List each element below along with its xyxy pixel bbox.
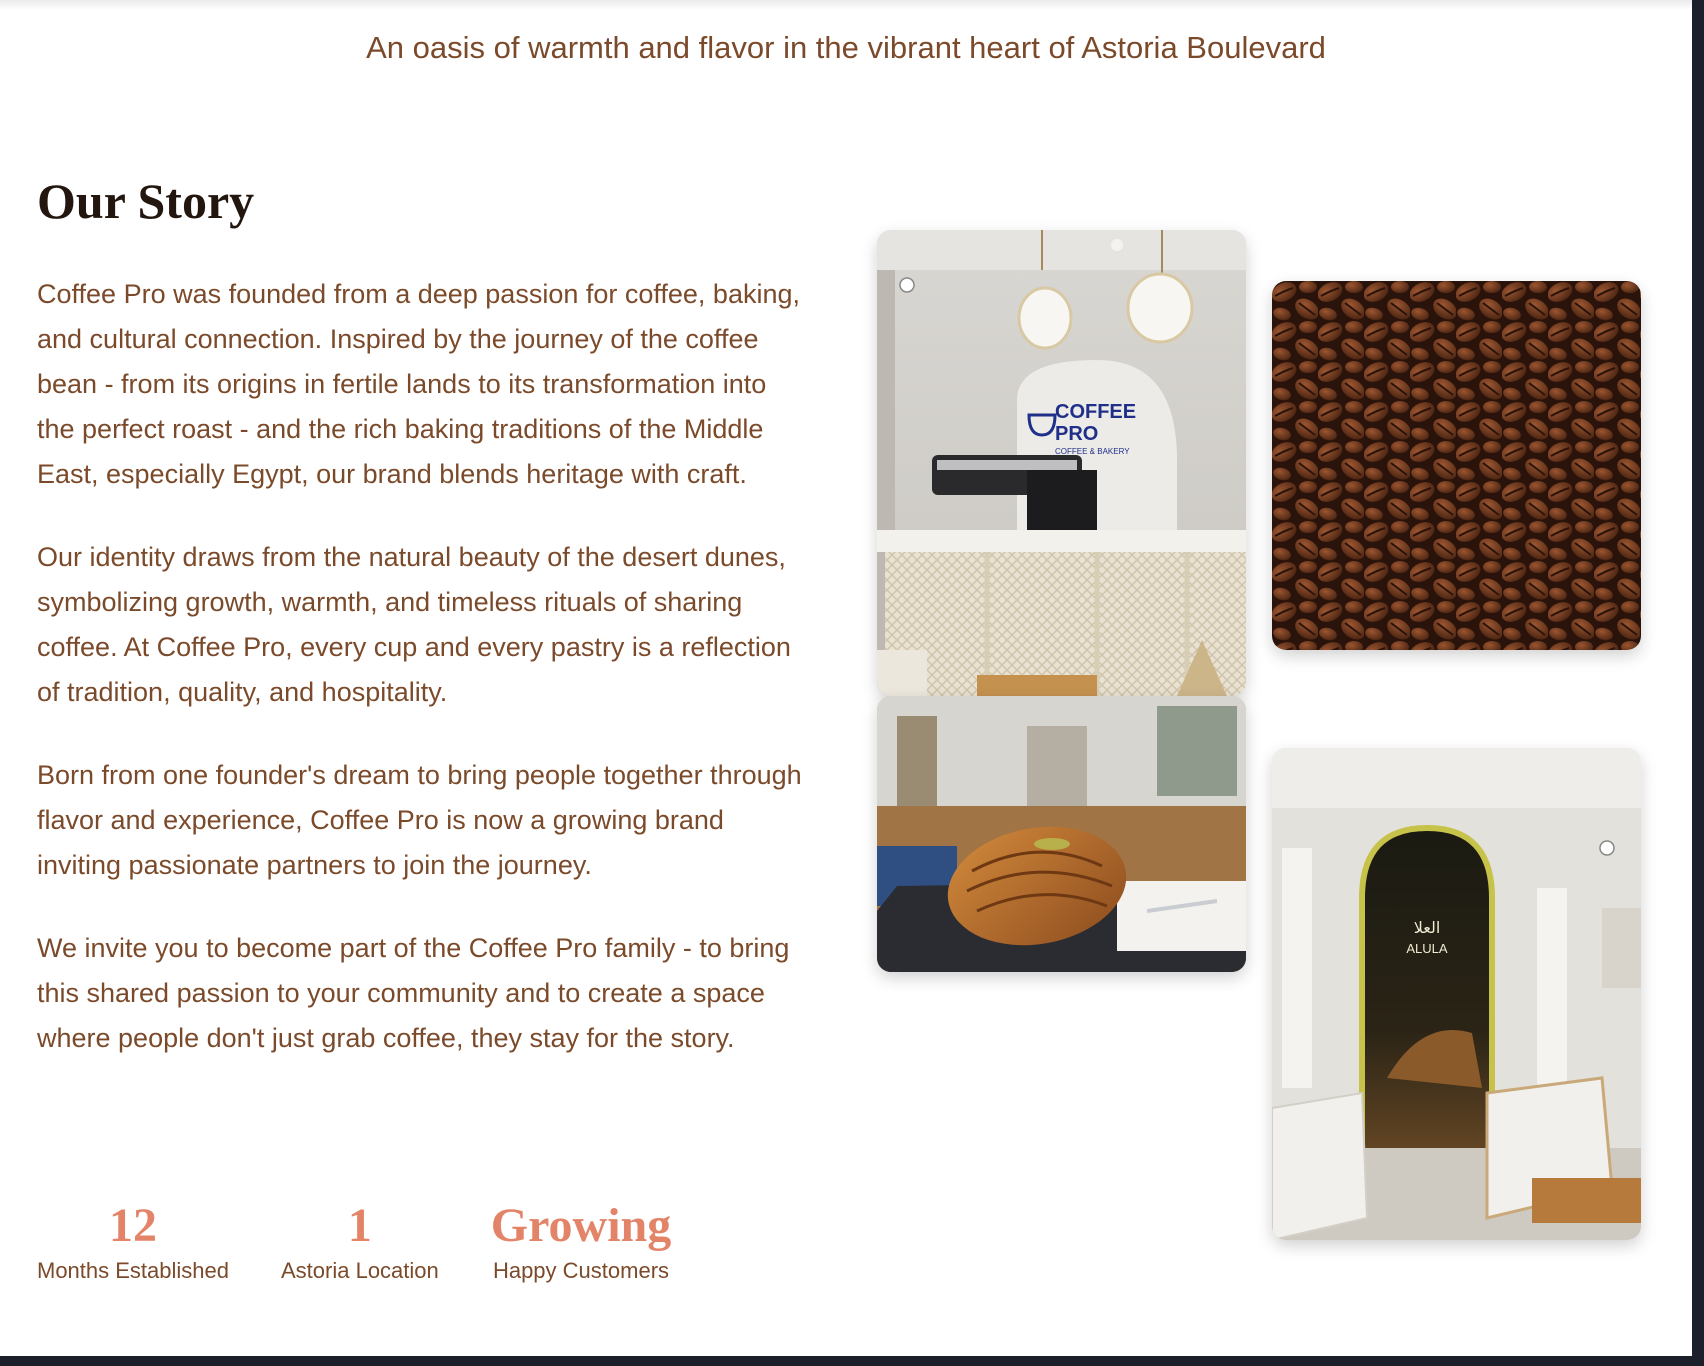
stat-months: 12 Months Established — [37, 1200, 229, 1284]
coffee-beans-photo — [1272, 281, 1641, 650]
stat-label: Months Established — [37, 1258, 229, 1283]
cafe-interior-photo: COFFEE PRO COFFEE & BAKERY — [877, 230, 1246, 696]
alula-sign-latin: ALULA — [1406, 941, 1448, 956]
stat-value: 1 — [347, 1199, 372, 1252]
stat-value: Growing — [490, 1199, 672, 1252]
story-paragraph-2: Our identity draws from the natural beau… — [37, 542, 791, 707]
story-title: Our Story — [37, 173, 255, 229]
stat-locations: 1 Astoria Location — [281, 1200, 439, 1284]
stats-row: 12 Months Established 1 Astoria Location… — [37, 1200, 671, 1284]
sign-line-1: COFFEE — [1055, 401, 1136, 423]
story-body: Coffee Pro was founded from a deep passi… — [37, 272, 807, 1099]
sign-line-3: COFFEE & BAKERY — [1055, 447, 1130, 456]
page: An oasis of warmth and flavor in the vib… — [0, 0, 1692, 1356]
story-paragraph-4: We invite you to become part of the Coff… — [37, 933, 790, 1053]
pastry-photo — [877, 696, 1246, 972]
stat-value: 12 — [109, 1199, 157, 1252]
stat-customers: Growing Happy Customers — [491, 1200, 671, 1284]
header-shadow — [0, 0, 1692, 10]
window-edge — [1692, 0, 1704, 1356]
stat-label: Happy Customers — [492, 1258, 670, 1283]
story-paragraph-3: Born from one founder's dream to bring p… — [37, 760, 802, 880]
story-paragraph-1: Coffee Pro was founded from a deep passi… — [37, 279, 800, 489]
hero-tagline: An oasis of warmth and flavor in the vib… — [366, 30, 1326, 65]
alula-seating-photo: العلا ALULA — [1272, 748, 1641, 1240]
stat-label: Astoria Location — [281, 1258, 439, 1283]
alula-sign-arabic: العلا — [1414, 918, 1441, 937]
sign-line-2: PRO — [1055, 423, 1098, 445]
